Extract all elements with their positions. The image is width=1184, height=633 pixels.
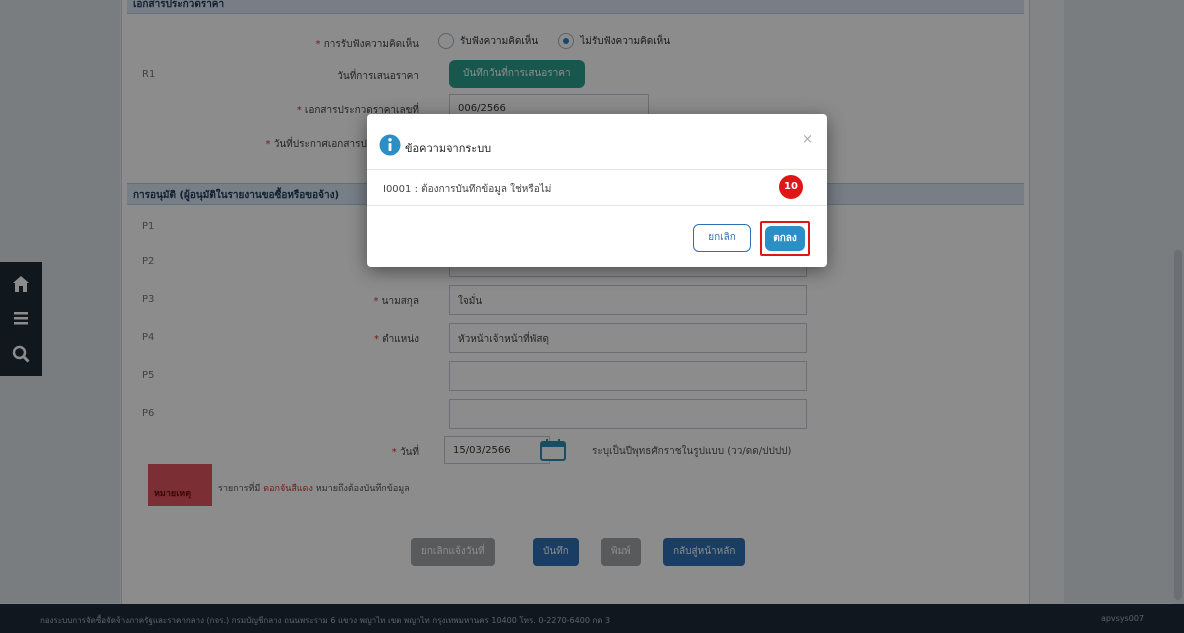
info-icon bbox=[379, 134, 401, 156]
ok-button-highlight: ตกลง bbox=[760, 221, 810, 256]
modal-backdrop[interactable] bbox=[0, 0, 1184, 633]
system-message-dialog: ข้อความจากระบบ × I0001 : ต้องการบันทึกข้… bbox=[367, 114, 827, 267]
ok-button[interactable]: ตกลง bbox=[765, 226, 805, 251]
close-icon[interactable]: × bbox=[802, 132, 813, 147]
cancel-button[interactable]: ยกเลิก bbox=[693, 224, 751, 252]
dialog-message: I0001 : ต้องการบันทึกข้อมูล ใช่หรือไม่ bbox=[367, 170, 827, 206]
dialog-title: ข้อความจากระบบ bbox=[405, 142, 492, 155]
dialog-header: ข้อความจากระบบ × bbox=[367, 114, 827, 170]
step-badge: 10 bbox=[779, 175, 803, 199]
